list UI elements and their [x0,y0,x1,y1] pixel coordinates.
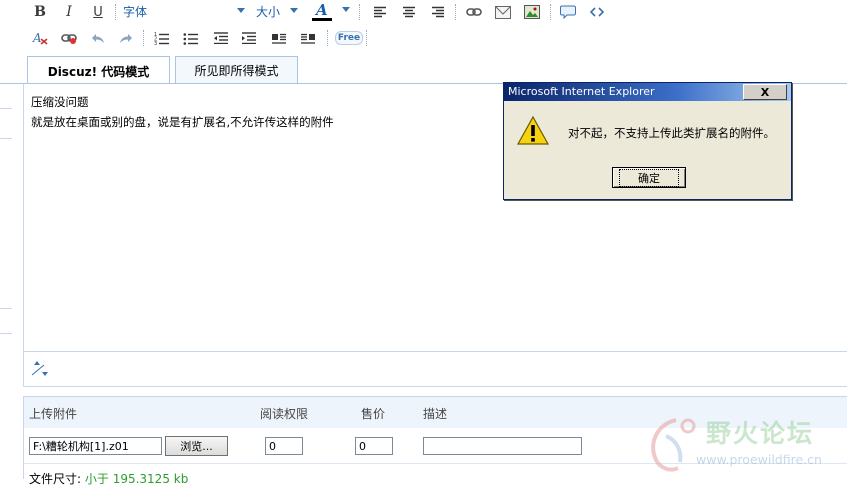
browse-button-label: 浏览... [180,440,213,453]
tab-discuz-code-mode[interactable]: Discuz! 代码模式 [27,56,170,85]
quote-icon [560,5,576,19]
dialog-message: 对不起，不支持上传此类扩展名的附件。 [568,126,775,140]
price-input[interactable]: 0 [355,437,393,455]
image-icon [524,5,540,19]
editor-resize-bar [23,351,847,387]
header-upload-attachment: 上传附件 [29,407,78,421]
bold-button[interactable]: B [29,2,51,22]
font-size-label: 大小 [256,4,281,19]
description-input[interactable] [423,437,582,455]
unordered-list-button[interactable] [180,28,202,48]
alert-dialog: Microsoft Internet Explorer X 对不起，不支持上传此… [503,82,792,200]
editor-line: 就是放在桌面或别的盘，说是有扩展名,不允许传这样的附件 [31,115,334,129]
font-color-letter: A [316,1,328,19]
indent-button[interactable] [238,28,260,48]
warning-icon [516,115,550,150]
header-description: 描述 [423,407,448,421]
tab-label: 所见即所得模式 [194,64,279,78]
toolbar-separator [366,30,368,46]
close-button[interactable]: X [743,84,787,100]
insert-code-button[interactable] [586,2,608,22]
ordered-list-button[interactable]: 123 [151,28,173,48]
toolbar-separator [455,4,457,20]
align-right-button[interactable] [427,2,449,22]
flame-logo-icon [651,418,696,472]
insert-image-button[interactable] [521,2,543,22]
resize-handle-icon[interactable] [30,358,52,383]
editor-line: 压缩没问题 [31,95,89,109]
header-price: 售价 [361,407,386,421]
tab-wysiwyg-mode[interactable]: 所见即所得模式 [175,56,298,84]
insert-link-button[interactable] [463,2,485,22]
font-color-swatch [312,18,332,21]
font-color-chevron-down-icon[interactable] [342,7,350,12]
header-read-permission: 阅读权限 [260,407,309,421]
toolbar-separator [143,30,145,46]
toolbar-separator [359,4,361,20]
ok-button-label: 确定 [619,168,679,187]
underline-button[interactable]: U [87,2,109,22]
ok-button[interactable]: 确定 [612,167,686,188]
indent-icon [242,32,256,44]
undo-icon [92,34,104,43]
align-left-button[interactable] [369,2,391,22]
redo-button[interactable] [115,28,137,48]
editor-toolbar-row-2: A 123 Free [0,26,847,52]
toolbar-separator [550,4,552,20]
font-color-icon: A [311,1,332,22]
toolbar-separator [115,4,117,20]
align-center-button[interactable] [398,2,420,22]
chevron-down-icon [290,8,298,13]
free-icon: Free [334,31,364,45]
float-right-icon [301,33,315,44]
attachment-file-path-field[interactable]: F:\糟轮机构[1].z01 [29,437,162,455]
svg-text:A: A [32,31,42,45]
email-icon [495,5,511,19]
float-left-button[interactable] [268,28,290,48]
left-page-edge [0,83,12,478]
ordered-list-icon: 123 [154,32,169,45]
file-size-value: 小于 195.3125 kb [84,472,189,486]
remove-format-icon: A [32,31,48,45]
align-center-icon [403,6,415,18]
file-size-label: 文件尺寸: [29,472,82,486]
editor-toolbar-row-1: B I U 字体 大小 A [0,0,847,26]
unlink-icon [61,34,77,44]
file-size-note: 文件尺寸: 小于 195.3125 kb [29,470,188,487]
watermark-url: www.proewildfire.cn [696,452,822,467]
align-right-icon [432,6,444,18]
tab-label: Discuz! 代码模式 [47,64,150,79]
font-family-label: 字体 [123,4,148,19]
outdent-button[interactable] [210,28,232,48]
remove-format-button[interactable]: A [29,28,51,48]
svg-text:3: 3 [154,41,157,45]
float-right-button[interactable] [297,28,319,48]
forum-watermark: 野火论坛 www.proewildfire.cn [636,410,847,478]
redo-icon [120,34,132,43]
font-family-select[interactable]: 字体 [123,1,245,21]
free-content-button[interactable]: Free [334,28,364,48]
close-icon: X [760,85,770,99]
unlink-button[interactable] [58,28,80,48]
toolbar-separator [327,30,329,46]
browse-button[interactable]: 浏览... [165,436,228,456]
insert-email-button[interactable] [492,2,514,22]
align-left-icon [374,6,386,18]
float-left-icon [272,33,286,44]
unordered-list-icon [183,32,198,45]
read-permission-input[interactable]: 0 [265,437,303,455]
undo-button[interactable] [87,28,109,48]
font-size-select[interactable]: 大小 [256,1,298,21]
outdent-icon [214,32,228,44]
italic-button[interactable]: I [58,2,80,22]
font-color-button[interactable]: A [309,1,333,22]
link-icon [466,8,482,16]
insert-quote-button[interactable] [557,2,579,22]
dialog-title: Microsoft Internet Explorer [508,85,655,98]
chevron-down-icon [237,8,245,13]
code-icon [590,7,604,17]
watermark-text: 野火论坛 [706,419,815,448]
